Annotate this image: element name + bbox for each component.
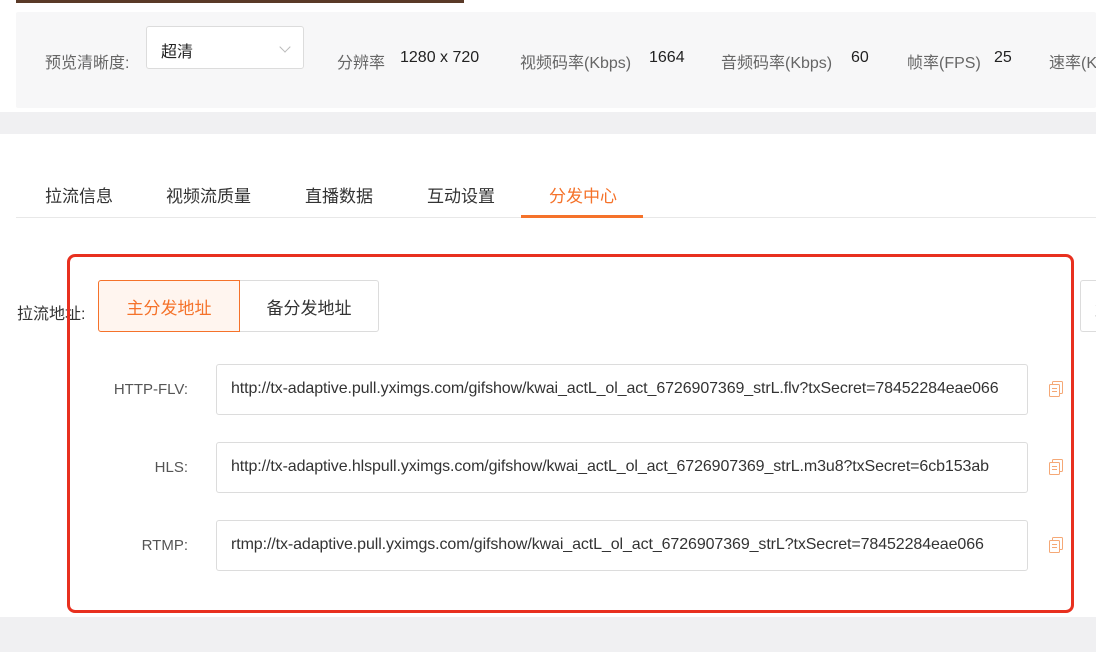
tab-distribution-center[interactable]: 分发中心 [549, 182, 617, 207]
hls-url-field[interactable]: http://tx-adaptive.hlspull.yximgs.com/gi… [216, 442, 1028, 493]
copy-all-button[interactable]: 复 [1080, 280, 1096, 332]
resolution-value: 1280 x 720 [400, 49, 480, 66]
audio-bitrate-label: 音频码率(Kbps) [721, 55, 833, 72]
tab-pull-info[interactable]: 拉流信息 [45, 182, 113, 207]
http-flv-url-field[interactable]: http://tx-adaptive.pull.yximgs.com/gifsh… [216, 364, 1028, 415]
stream-stats-bar: 预览清晰度: 超清 分辨率 1280 x 720 视频码率(Kbps) 1664… [16, 12, 1096, 108]
resolution-label: 分辨率 [337, 55, 386, 72]
video-preview-edge [16, 0, 464, 3]
active-tab-indicator [521, 215, 643, 218]
fps-value: 25 [994, 49, 1012, 66]
video-bitrate-label: 视频码率(Kbps) [520, 55, 632, 72]
section-divider [0, 112, 1096, 134]
tab-bar: 拉流信息 视频流质量 直播数据 互动设置 分发中心 [16, 160, 1096, 218]
http-flv-label: HTTP-FLV: [113, 381, 188, 398]
copy-icon[interactable] [1049, 381, 1063, 397]
tab-interaction-settings[interactable]: 互动设置 [427, 182, 495, 207]
quality-label: 预览清晰度: [45, 55, 130, 72]
speed-label: 速率(K [1049, 55, 1096, 72]
footer-band [0, 617, 1096, 652]
hls-label: HLS: [154, 459, 188, 476]
quality-select[interactable]: 超清 [146, 26, 304, 69]
http-flv-url-text: http://tx-adaptive.pull.yximgs.com/gifsh… [231, 380, 999, 397]
video-bitrate-value: 1664 [649, 49, 685, 66]
copy-icon[interactable] [1049, 537, 1063, 553]
primary-distribution-button[interactable]: 主分发地址 [98, 280, 240, 332]
rtmp-url-field[interactable]: rtmp://tx-adaptive.pull.yximgs.com/gifsh… [216, 520, 1028, 571]
tab-video-quality[interactable]: 视频流质量 [166, 182, 251, 207]
chevron-down-icon [279, 41, 291, 53]
backup-distribution-button[interactable]: 备分发地址 [239, 280, 379, 332]
quality-select-value: 超清 [161, 44, 194, 61]
audio-bitrate-value: 60 [851, 49, 869, 66]
fps-label: 帧率(FPS) [907, 55, 981, 72]
rtmp-label: RTMP: [141, 537, 188, 554]
copy-icon[interactable] [1049, 459, 1063, 475]
rtmp-url-text: rtmp://tx-adaptive.pull.yximgs.com/gifsh… [231, 536, 984, 553]
hls-url-text: http://tx-adaptive.hlspull.yximgs.com/gi… [231, 458, 989, 475]
tab-live-data[interactable]: 直播数据 [305, 182, 373, 207]
pull-address-label: 拉流地址: [17, 306, 86, 323]
